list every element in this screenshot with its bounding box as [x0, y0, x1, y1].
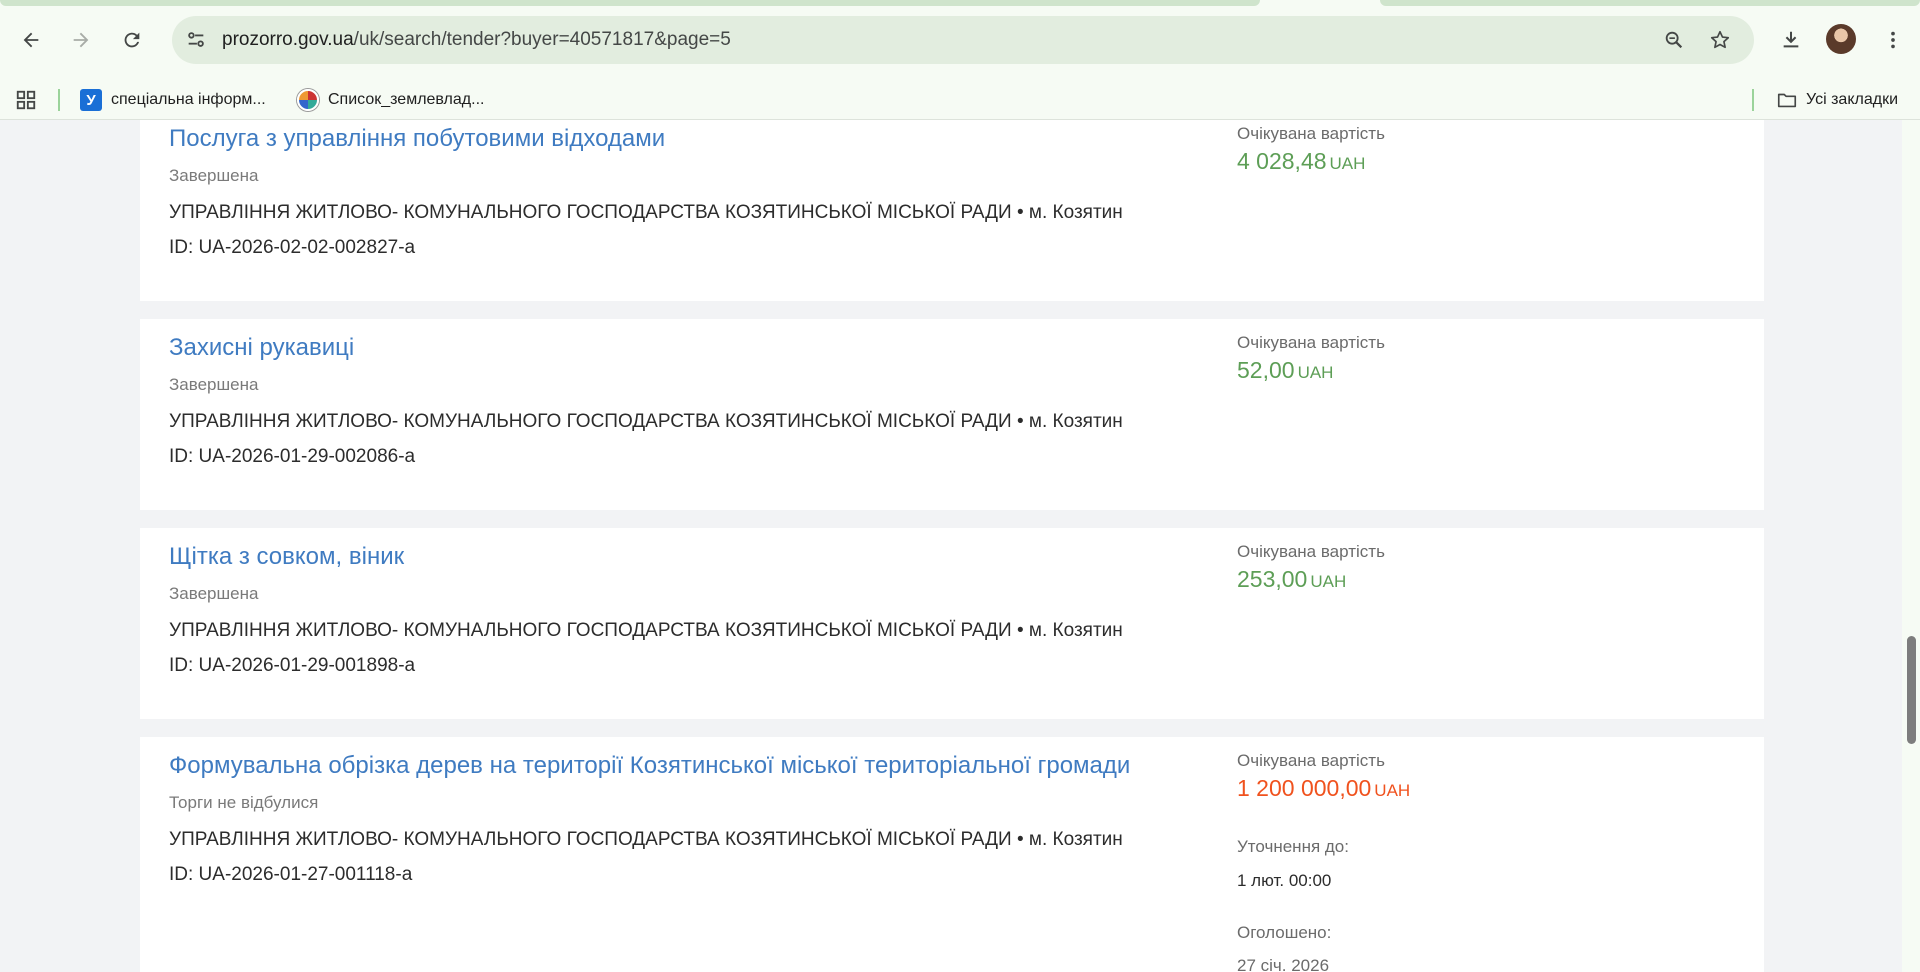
tender-buyer: УПРАВЛІННЯ ЖИТЛОВО- КОМУНАЛЬНОГО ГОСПОДА…: [169, 829, 1123, 850]
expected-value-label: Очікувана вартість: [1237, 124, 1385, 143]
bookmark-favicon-globe-icon: [297, 89, 319, 111]
site-info-button[interactable]: [180, 24, 212, 56]
bookmark-item[interactable]: Список_землевлад...: [297, 88, 484, 112]
tender-buyer: УПРАВЛІННЯ ЖИТЛОВО- КОМУНАЛЬНОГО ГОСПОДА…: [169, 411, 1123, 432]
arrow-left-icon: [23, 32, 39, 48]
folder-icon: [1777, 93, 1797, 108]
bookmark-favicon-u-icon: У: [80, 89, 102, 111]
zoom-button[interactable]: [1660, 26, 1688, 54]
tender-status: Торги не відбулися: [169, 793, 319, 812]
tender-title-link[interactable]: Захисні рукавиці: [169, 334, 354, 362]
back-button[interactable]: [13, 22, 49, 58]
tender-status: Завершена: [169, 375, 259, 394]
tender-title-link[interactable]: Формувальна обрізка дерев на території К…: [169, 752, 1130, 780]
bookmarks-bar: У спеціальна інформ... Список_землевлад.…: [0, 78, 1920, 120]
expected-value: 253,00 UAH: [1237, 566, 1346, 593]
bookmarks-separator: [1752, 89, 1754, 111]
download-icon: [1783, 31, 1799, 48]
expected-value-amount: 4 028,48: [1237, 148, 1327, 174]
browser-toolbar: prozorro.gov.ua/uk/search/tender?buyer=4…: [0, 0, 1920, 78]
all-bookmarks-button[interactable]: Усі закладки: [1776, 88, 1898, 112]
arrow-right-icon: [73, 32, 89, 48]
bookmarks-separator: [58, 89, 60, 111]
tender-title-link[interactable]: Послуга з управління побутовими відходам…: [169, 125, 665, 153]
expected-value-currency: UAH: [1310, 572, 1347, 591]
url-host: prozorro.gov.ua: [222, 29, 354, 50]
announced-label: Оголошено:: [1237, 923, 1332, 942]
expected-value: 4 028,48 UAH: [1237, 148, 1365, 175]
tender-id: ID: UA-2026-01-29-002086-a: [169, 446, 416, 467]
expected-value-label: Очікувана вартість: [1237, 751, 1385, 770]
page-scrollbar[interactable]: [1902, 120, 1920, 972]
browser-menu-button[interactable]: [1875, 22, 1911, 58]
expected-value: 52,00 UAH: [1237, 357, 1333, 384]
apps-grid-icon: [16, 90, 36, 110]
tender-card: Захисні рукавиці Завершена УПРАВЛІННЯ ЖИ…: [140, 319, 1764, 510]
expected-value: 1 200 000,00 UAH: [1237, 775, 1410, 802]
reload-icon: [124, 32, 140, 48]
scrollbar-thumb[interactable]: [1907, 636, 1916, 744]
expected-value-label: Очікувана вартість: [1237, 333, 1385, 352]
tender-title-link[interactable]: Щітка з совком, віник: [169, 543, 404, 571]
expected-value-amount: 52,00: [1237, 357, 1295, 383]
expected-value-amount: 1 200 000,00: [1237, 775, 1372, 801]
tender-buyer: УПРАВЛІННЯ ЖИТЛОВО- КОМУНАЛЬНОГО ГОСПОДА…: [169, 620, 1123, 641]
tender-card: Щітка з совком, віник Завершена УПРАВЛІН…: [140, 528, 1764, 719]
tender-id: ID: UA-2026-02-02-002827-a: [169, 237, 416, 258]
tab-strip-edge: [0, 0, 1260, 6]
bookmark-label: спеціальна інформ...: [111, 91, 266, 108]
page-content: Послуга з управління побутовими відходам…: [0, 120, 1902, 972]
tender-card: Формувальна обрізка дерев на території К…: [140, 737, 1764, 972]
downloads-button[interactable]: [1773, 22, 1809, 58]
apps-button[interactable]: [15, 88, 37, 112]
tab-strip-edge-right: [1380, 0, 1920, 6]
tender-status: Завершена: [169, 166, 259, 185]
kebab-menu-icon: [1891, 31, 1895, 49]
bookmark-star-button[interactable]: [1706, 26, 1734, 54]
expected-value-currency: UAH: [1329, 154, 1366, 173]
expected-value-currency: UAH: [1374, 781, 1411, 800]
bookmark-item[interactable]: У спеціальна інформ...: [80, 88, 266, 112]
star-icon: [1710, 30, 1730, 49]
tender-status: Завершена: [169, 584, 259, 603]
zoom-icon: [1665, 31, 1683, 49]
tender-card: Послуга з управління побутовими відходам…: [140, 120, 1764, 301]
announced-value: 27 січ. 2026: [1237, 956, 1330, 972]
tender-id: ID: UA-2026-01-29-001898-a: [169, 655, 416, 676]
reload-button[interactable]: [114, 22, 150, 58]
bookmark-label: Список_землевлад...: [328, 91, 485, 108]
tender-id: ID: UA-2026-01-27-001118-a: [169, 864, 413, 885]
tender-buyer: УПРАВЛІННЯ ЖИТЛОВО- КОМУНАЛЬНОГО ГОСПОДА…: [169, 202, 1123, 223]
expected-value-label: Очікувана вартість: [1237, 542, 1385, 561]
profile-avatar[interactable]: [1826, 24, 1856, 54]
forward-button[interactable]: [63, 22, 99, 58]
url-path: /uk/search/tender?buyer=40571817&page=5: [353, 29, 731, 50]
address-bar[interactable]: prozorro.gov.ua/uk/search/tender?buyer=4…: [172, 16, 1754, 64]
clarification-label: Уточнення до:: [1237, 837, 1349, 856]
all-bookmarks-label: Усі закладки: [1806, 91, 1899, 108]
url-text[interactable]: prozorro.gov.ua/uk/search/tender?buyer=4…: [222, 29, 731, 51]
expected-value-amount: 253,00: [1237, 566, 1308, 592]
tune-icon: [188, 32, 204, 47]
expected-value-currency: UAH: [1297, 363, 1334, 382]
clarification-value: 1 лют. 00:00: [1237, 871, 1332, 890]
